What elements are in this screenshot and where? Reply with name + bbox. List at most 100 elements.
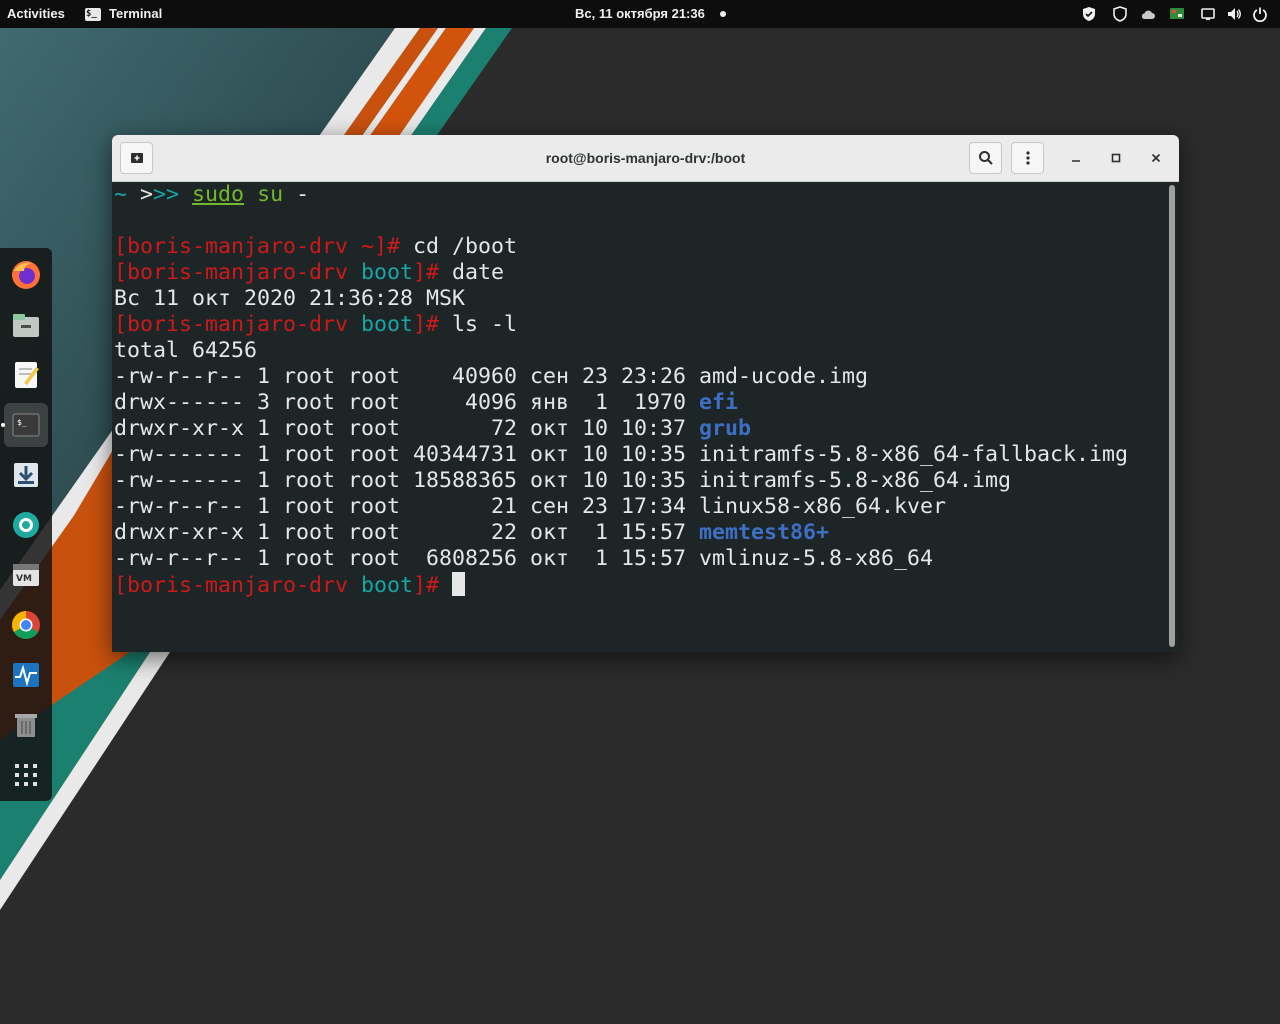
terminal-text: [boris-manjaro-drv — [114, 312, 362, 337]
close-button[interactable] — [1146, 148, 1166, 168]
terminal-text: -rw------- 1 root root 40344731 окт 10 1… — [114, 442, 700, 467]
svg-text:VM: VM — [16, 574, 32, 584]
minimize-button[interactable] — [1066, 148, 1086, 168]
update-indicator-icon[interactable] — [1169, 6, 1185, 22]
terminal-icon: $_ — [12, 413, 40, 437]
terminal-text: ]# — [413, 260, 440, 285]
terminal-text: [boris-manjaro-drv — [114, 260, 362, 285]
terminal-text: -rw-r--r-- 1 root root 6808256 окт 1 15:… — [114, 546, 700, 571]
vmware-icon: VM — [13, 564, 39, 586]
terminal-text: ~ — [114, 182, 141, 207]
cloud-icon[interactable] — [1140, 6, 1156, 22]
terminal-line: [boris-manjaro-drv boot]# ls -l — [114, 312, 1165, 338]
terminal-line: -rw-r--r-- 1 root root 21 сен 23 17:34 l… — [114, 494, 1165, 520]
search-button[interactable] — [969, 142, 1002, 174]
system-monitor-icon — [13, 663, 39, 687]
terminal-text: sudo — [192, 182, 245, 207]
terminal-text: initramfs-5.8-x86_64-fallback.img — [699, 442, 1129, 467]
dock-item-shutter[interactable] — [4, 503, 48, 547]
terminal-line: ~ >>> sudo su - — [114, 182, 1165, 208]
window-titlebar[interactable]: root@boris-manjaro-drv:/boot — [112, 135, 1179, 182]
terminal-text: grub — [699, 416, 752, 441]
terminal-text: memtest86+ — [699, 520, 830, 545]
files-icon — [13, 314, 39, 337]
terminal-text: efi — [699, 390, 739, 415]
dock-item-terminal[interactable]: $_ — [1, 403, 48, 447]
terminal-text: -rw-r--r-- 1 root root 40960 сен 23 23:2… — [114, 364, 700, 389]
terminal-line: -rw-r--r-- 1 root root 40960 сен 23 23:2… — [114, 364, 1165, 390]
terminal-text: boot — [361, 573, 414, 598]
terminal-text: ls -l — [439, 312, 518, 337]
terminal-app-icon: $_ — [85, 7, 101, 21]
clock[interactable]: Вс, 11 октября 21:36 — [575, 0, 705, 28]
volume-icon[interactable] — [1226, 6, 1242, 22]
svg-text:$_: $_ — [17, 418, 27, 427]
terminal-text: >> — [153, 182, 193, 207]
maximize-button[interactable] — [1106, 148, 1126, 168]
firefox-icon — [12, 261, 40, 289]
running-indicator — [1, 423, 5, 427]
terminal-line: [boris-manjaro-drv boot]# date — [114, 260, 1165, 286]
top-bar: Activities $_ Terminal Вс, 11 октября 21… — [0, 0, 1280, 28]
terminal-text: total 64256 — [114, 338, 258, 363]
terminal-line: [boris-manjaro-drv ~]# cd /boot — [114, 234, 1165, 260]
dock-item-firefox[interactable] — [4, 253, 48, 297]
terminal-text: date — [439, 260, 505, 285]
trash-icon — [15, 714, 37, 737]
dock-item-text-editor[interactable] — [4, 353, 48, 397]
text-editor-icon — [15, 362, 39, 388]
shield-icon[interactable] — [1112, 6, 1128, 22]
maximize-icon — [1111, 153, 1121, 163]
camera-aperture-icon — [13, 512, 39, 538]
terminal-text: > — [140, 182, 154, 207]
terminal-text: boot — [361, 312, 414, 337]
terminal-text: drwx------ 3 root root 4096 янв 1 1970 — [114, 390, 700, 415]
power-icon[interactable] — [1252, 6, 1268, 22]
terminal-text: -rw-r--r-- 1 root root 21 сен 23 17:34 — [114, 494, 700, 519]
dock-item-chrome[interactable] — [4, 603, 48, 647]
shield-check-icon[interactable] — [1081, 6, 1097, 22]
terminal-window: root@boris-manjaro-drv:/boot ~ >>> sudo … — [112, 135, 1179, 652]
terminal-line: [boris-manjaro-drv boot]# — [114, 572, 1165, 598]
dock-item-files[interactable] — [4, 303, 48, 347]
dock-item-system-monitor[interactable] — [4, 653, 48, 697]
dock-item-trash[interactable] — [4, 703, 48, 747]
dock-item-downloader[interactable] — [4, 453, 48, 497]
notification-dot — [720, 11, 726, 17]
terminal-text: boot — [361, 260, 414, 285]
terminal-text: cd /boot — [400, 234, 518, 259]
terminal-line: Вс 11 окт 2020 21:36:28 MSK — [114, 286, 1165, 312]
terminal-text: ]# — [413, 573, 440, 598]
terminal-line: total 64256 — [114, 338, 1165, 364]
dock-item-vmware[interactable]: VM — [4, 553, 48, 597]
terminal-line: -rw------- 1 root root 18588365 окт 10 1… — [114, 468, 1165, 494]
close-icon — [1151, 153, 1161, 163]
display-icon[interactable] — [1200, 6, 1216, 22]
terminal-line: drwxr-xr-x 1 root root 22 окт 1 15:57 me… — [114, 520, 1165, 546]
terminal-line: -rw-r--r-- 1 root root 6808256 окт 1 15:… — [114, 546, 1165, 572]
terminal-cursor — [452, 572, 466, 596]
menu-button[interactable] — [1011, 142, 1044, 174]
terminal-text: initramfs-5.8-x86_64.img — [699, 468, 1012, 493]
activities-button[interactable]: Activities — [7, 0, 65, 28]
terminal-text: amd-ucode.img — [699, 364, 869, 389]
terminal-text: su — [257, 182, 284, 207]
app-grid-icon — [15, 764, 37, 786]
app-menu[interactable]: $_ Terminal — [85, 0, 162, 28]
dock-item-app-grid[interactable] — [4, 753, 48, 797]
terminal-text: -rw------- 1 root root 18588365 окт 10 1… — [114, 468, 700, 493]
kebab-menu-icon — [1025, 151, 1030, 165]
terminal-text: [boris-manjaro-drv ~]# — [114, 234, 401, 259]
terminal-text: drwxr-xr-x 1 root root 72 окт 10 10:37 — [114, 416, 700, 441]
terminal-text: drwxr-xr-x 1 root root 22 окт 1 15:57 — [114, 520, 700, 545]
chrome-icon — [12, 611, 40, 639]
scrollbar[interactable] — [1169, 185, 1175, 647]
app-menu-label: Terminal — [109, 6, 163, 21]
terminal-output[interactable]: ~ >>> sudo su - [boris-manjaro-drv ~]# cd… — [112, 182, 1165, 652]
terminal-line: drwx------ 3 root root 4096 янв 1 1970 e… — [114, 390, 1165, 416]
dock: $_ VM — [0, 248, 52, 801]
minimize-icon — [1072, 160, 1080, 162]
terminal-line: -rw------- 1 root root 40344731 окт 10 1… — [114, 442, 1165, 468]
